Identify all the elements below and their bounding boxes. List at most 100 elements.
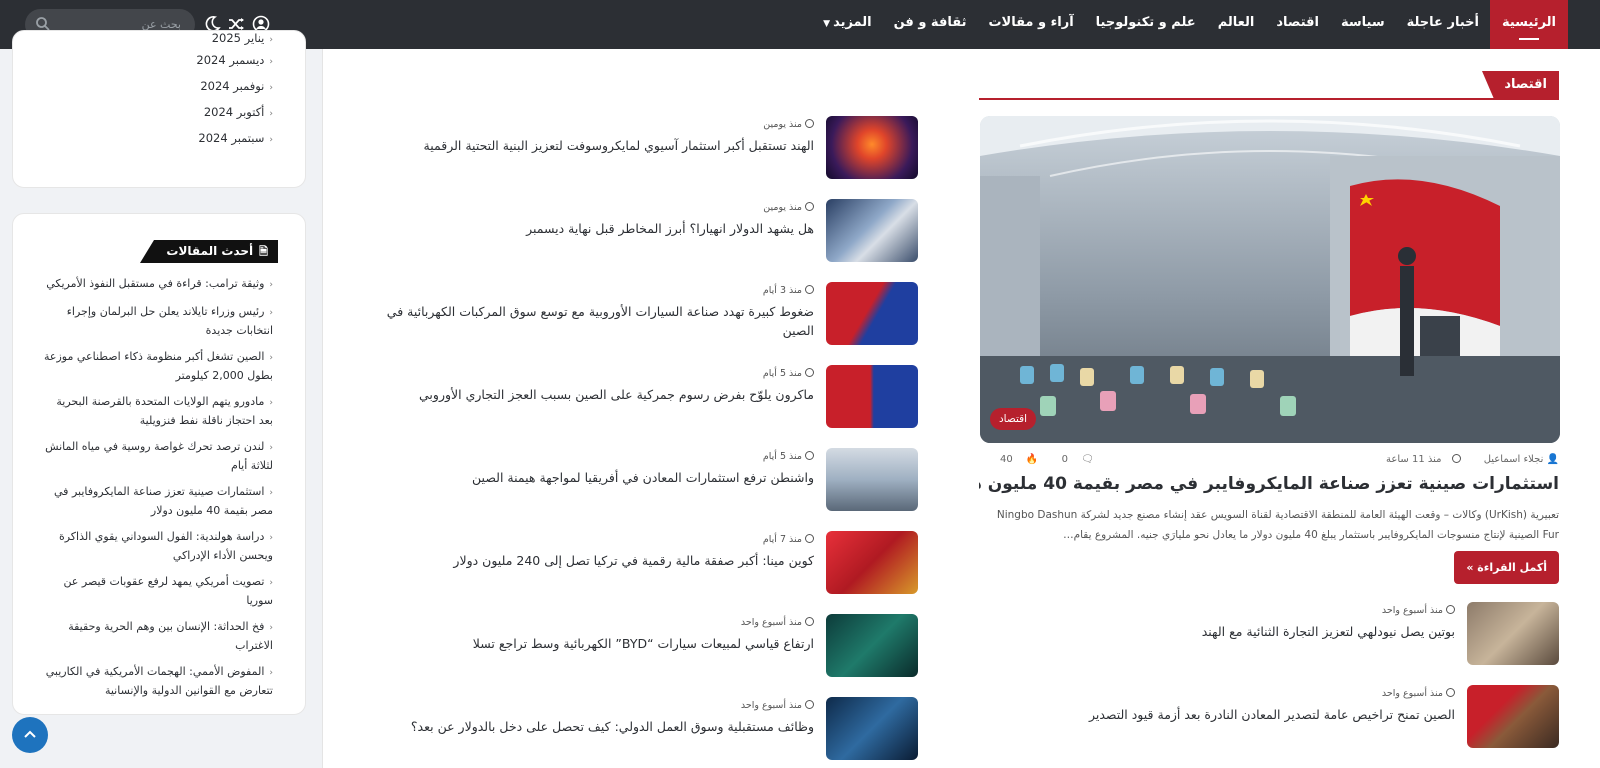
- post-date-text: منذ 11 ساعة: [1386, 454, 1442, 465]
- post-date: منذ 11 ساعة: [1376, 454, 1461, 465]
- author-name: نجلاء اسماعيل: [1483, 454, 1544, 465]
- archive-month: يناير 2025: [211, 31, 265, 45]
- post-thumbnail[interactable]: [826, 199, 918, 262]
- recent-post-title: الصين تشغل أكبر منظومة ذكاء اصطناعي موزع…: [44, 350, 273, 382]
- recent-post-title: رئيس وزراء تايلاند يعلن حل البرلمان وإجر…: [66, 305, 273, 337]
- recent-posts-widget: 🗎 أحدث المقالات ‹ وثيقة ترامب: قراءة في مس…: [12, 213, 306, 715]
- comment-count[interactable]: 🗨 0: [1052, 454, 1094, 465]
- chevron-left-icon: ‹: [269, 533, 273, 543]
- list-item: منذ يومين هل يشهد الدولار انهيارا؟ أبرز …: [363, 199, 918, 262]
- post-thumbnail[interactable]: [826, 531, 918, 594]
- clock-icon: [805, 700, 814, 709]
- widget-title: 🗎 أحدث المقالات: [140, 240, 278, 263]
- post-thumbnail[interactable]: [826, 697, 918, 760]
- chevron-left-icon: ‹: [269, 308, 273, 318]
- archive-item[interactable]: ‹ سبتمبر 2024: [196, 125, 273, 151]
- nav-world[interactable]: العالم: [1207, 0, 1266, 49]
- view-count-value: 40: [1000, 454, 1013, 465]
- post-date-text: منذ 3 أيام: [762, 285, 802, 296]
- recent-post-link[interactable]: ‹ وثيقة ترامب: قراءة في مستقبل النفوذ الأ…: [41, 275, 273, 294]
- recent-post-link[interactable]: ‹دراسة هولندية: الفول السوداني يقوي الذا…: [41, 528, 273, 564]
- post-title[interactable]: وظائف مستقبلية وسوق العمل الدولي: كيف تح…: [374, 717, 814, 736]
- post-title[interactable]: الصين تمنح تراخيص عامة لتصدير المعادن ال…: [1055, 705, 1455, 724]
- list-item: منذ 3 أيام ضغوط كبيرة تهدد صناعة السيارا…: [363, 282, 918, 345]
- author[interactable]: 👤 نجلاء اسماعيل: [1474, 454, 1559, 465]
- post-title[interactable]: ضغوط كبيرة تهدد صناعة السيارات الأوروبية…: [369, 302, 814, 340]
- post-title[interactable]: واشنطن ترفع استثمارات المعادن في أفريقيا…: [374, 468, 814, 487]
- nav-science-tech[interactable]: علم و تكنولوجيا: [1085, 0, 1207, 49]
- clock-icon: [805, 202, 814, 211]
- post-title[interactable]: بوتين يصل نيودلهي لتعزيز التجارة الثنائي…: [1075, 622, 1455, 641]
- nav-culture-art[interactable]: ثقافة و فن: [883, 0, 978, 49]
- post-thumbnail[interactable]: [826, 448, 918, 511]
- recent-post-link[interactable]: ‹فخ الحداثة: الإنسان بين وهم الحرية وحقي…: [41, 618, 273, 654]
- post-title[interactable]: كوين مينا: أكبر صفقة مالية رقمية في تركي…: [374, 551, 814, 570]
- nav-home[interactable]: الرئيسية: [1489, 0, 1568, 49]
- recent-post-link[interactable]: ‹لندن ترصد تحرك غواصة روسية في مياه الما…: [41, 438, 273, 474]
- archive-month: سبتمبر 2024: [198, 131, 265, 145]
- section-title[interactable]: اقتصاد: [1482, 71, 1559, 99]
- clock-icon: [805, 368, 814, 377]
- recent-post-link[interactable]: ‹المفوض الأممي: الهجمات الأمريكية في الك…: [41, 663, 273, 699]
- clock-icon: [805, 617, 814, 626]
- recent-post-link[interactable]: ‹رئيس وزراء تايلاند يعلن حل البرلمان وإج…: [41, 303, 273, 339]
- nav-more-label: المزيد: [833, 15, 872, 30]
- post-thumbnail[interactable]: [826, 614, 918, 677]
- chevron-left-icon: ‹: [269, 488, 273, 498]
- chevron-left-icon: ‹: [269, 35, 273, 45]
- recent-post-title: تصويت أمريكي يمهد لرفع عقوبات قيصر عن سو…: [63, 575, 273, 607]
- fire-icon: 🔥: [1025, 454, 1039, 465]
- featured-title[interactable]: استثمارات صينية تعزز صناعة المايكروفايبر…: [979, 470, 1559, 498]
- post-title[interactable]: هل يشهد الدولار انهيارا؟ أبرز المخاطر قب…: [374, 219, 814, 238]
- post-date-text: منذ يومين: [763, 119, 802, 130]
- post-title[interactable]: الهند تستقبل أكبر استثمار آسيوي لمايكروس…: [374, 136, 814, 155]
- nav-opinions[interactable]: آراء و مقالات: [977, 0, 1084, 49]
- comment-icon: 🗨: [1081, 454, 1094, 465]
- chevron-left-icon: ‹: [269, 135, 273, 145]
- nav-politics[interactable]: سياسة: [1330, 0, 1396, 49]
- post-thumbnail[interactable]: [1467, 685, 1559, 748]
- post-thumbnail[interactable]: [826, 282, 918, 345]
- list-item: منذ يومين الهند تستقبل أكبر استثمار آسيو…: [363, 116, 918, 179]
- post-title[interactable]: ارتفاع قياسي لمبيعات سيارات “BYD” الكهرب…: [374, 634, 814, 653]
- archive-item[interactable]: ‹ أكتوبر 2024: [196, 99, 273, 125]
- post-date-text: منذ 7 أيام: [762, 534, 802, 545]
- post-date-text: منذ أسبوع واحد: [1381, 688, 1443, 699]
- recent-post-title: دراسة هولندية: الفول السوداني يقوي الذاك…: [58, 530, 273, 562]
- scroll-to-top-button[interactable]: [12, 717, 48, 753]
- list-item: منذ 5 أيام ماكرون يلوّح بفرض رسوم جمركية…: [363, 365, 918, 428]
- recent-post-link[interactable]: ‹تصويت أمريكي يمهد لرفع عقوبات قيصر عن س…: [41, 573, 273, 609]
- clock-icon: [805, 119, 814, 128]
- post-date-text: منذ أسبوع واحد: [740, 617, 802, 628]
- archive-widget: ‹ يناير 2025 ‹ ديسمبر 2024 ‹ نوفمبر 2024 ‹ أ…: [12, 30, 306, 188]
- archive-item[interactable]: ‹ ديسمبر 2024: [196, 47, 273, 73]
- post-thumbnail[interactable]: [826, 116, 918, 179]
- chevron-left-icon: ‹: [269, 353, 273, 363]
- post-title[interactable]: ماكرون يلوّح بفرض رسوم جمركية على الصين …: [374, 385, 814, 404]
- chevron-left-icon: ‹: [269, 57, 273, 67]
- archive-item[interactable]: ‹ يناير 2025: [196, 30, 273, 47]
- widget-title-text: أحدث المقالات: [166, 244, 254, 258]
- post-thumbnail[interactable]: [826, 365, 918, 428]
- nav-economy[interactable]: اقتصاد: [1265, 0, 1330, 49]
- featured-image[interactable]: اقتصاد: [980, 116, 1560, 443]
- clock-icon: [805, 534, 814, 543]
- recent-post-link[interactable]: ‹مادورو يتهم الولايات المتحدة بالقرصنة ا…: [41, 393, 273, 429]
- post-date: منذ يومين: [763, 119, 814, 130]
- recent-post-link[interactable]: ‹الصين تشغل أكبر منظومة ذكاء اصطناعي موز…: [41, 348, 273, 384]
- chevron-left-icon: ‹: [269, 398, 273, 408]
- post-date-text: منذ 5 أيام: [762, 368, 802, 379]
- list-item: منذ 5 أيام واشنطن ترفع استثمارات المعادن…: [363, 448, 918, 511]
- archive-item[interactable]: ‹ نوفمبر 2024: [196, 73, 273, 99]
- category-badge[interactable]: اقتصاد: [990, 408, 1037, 430]
- clock-icon: [1451, 454, 1461, 463]
- post-date: منذ 5 أيام: [763, 368, 814, 379]
- list-item: منذ أسبوع واحد الصين تمنح تراخيص عامة لت…: [979, 685, 1559, 748]
- post-thumbnail[interactable]: [1467, 602, 1559, 665]
- clock-icon: [1446, 605, 1455, 614]
- nav-more[interactable]: المزيد▼: [812, 0, 882, 49]
- recent-post-link[interactable]: ‹استثمارات صينية تعزز صناعة المايكروفايب…: [41, 483, 273, 519]
- nav-breaking-news[interactable]: أخبار عاجلة: [1396, 0, 1490, 49]
- list-item: منذ أسبوع واحد وظائف مستقبلية وسوق العمل…: [363, 697, 918, 760]
- read-more-button[interactable]: أكمل القراءة »: [1454, 551, 1559, 584]
